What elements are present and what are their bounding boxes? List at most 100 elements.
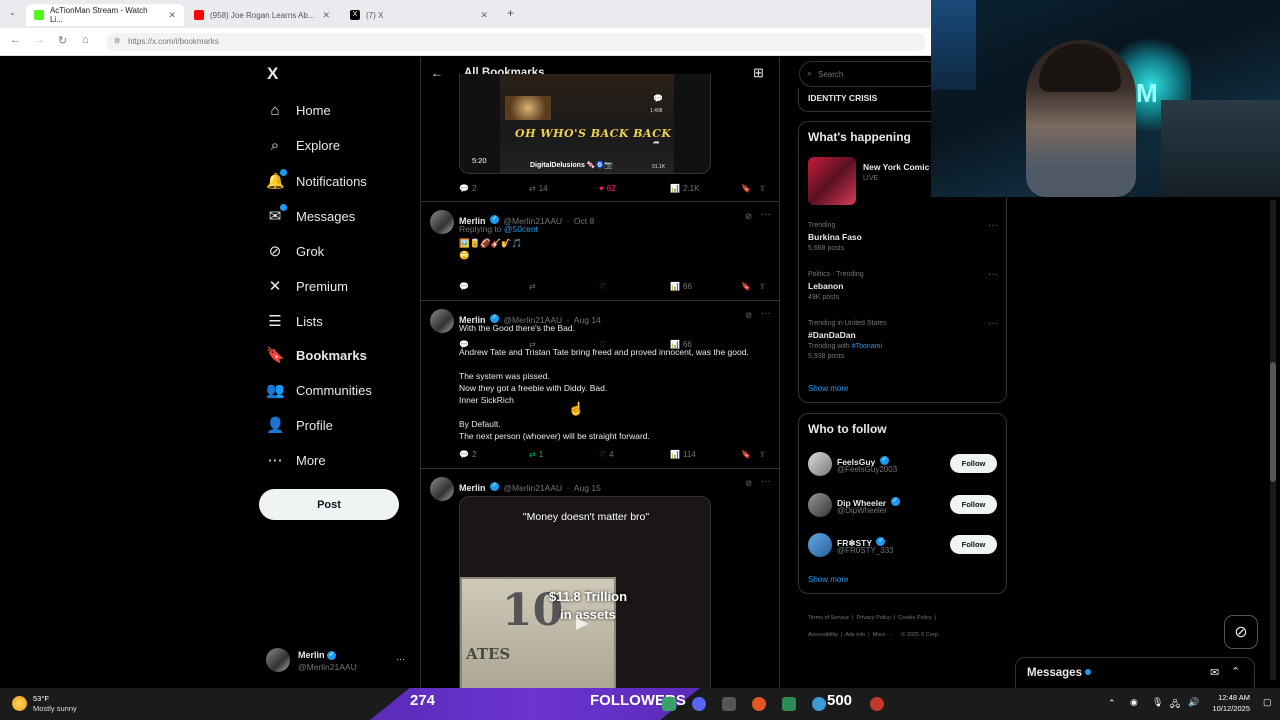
bookmarked-icon[interactable]: 🔖 (741, 184, 751, 193)
event-image[interactable] (808, 157, 856, 205)
messages-drawer[interactable]: Messages ✉ ⌃ (1015, 657, 1255, 688)
share-icon[interactable]: ⇪ (759, 184, 766, 193)
network-icon[interactable]: 🖧 (1170, 697, 1180, 713)
like-button[interactable]: ♡ 4 (599, 450, 614, 459)
back-icon[interactable]: ← (10, 34, 21, 46)
account-switcher[interactable]: Merlin ✓ @Merlin21AAU ··· (266, 648, 410, 676)
close-tab-icon[interactable]: ✕ (168, 10, 176, 21)
home-icon[interactable]: ⌂ (82, 34, 89, 46)
account-more-icon[interactable]: ··· (396, 654, 405, 664)
trend-more-icon[interactable]: ··· (988, 318, 998, 329)
browser-tab-x[interactable]: X (7) X ✕ (342, 4, 496, 26)
views-button[interactable]: 📊 66 (670, 282, 692, 291)
footer-link[interactable]: Accessibility (808, 632, 838, 638)
scrollbar-track[interactable] (1270, 200, 1276, 680)
url-field[interactable]: ⚙ https://x.com/i/bookmarks (106, 33, 926, 51)
reload-icon[interactable]: ↻ (58, 34, 67, 47)
tweet-author-handle[interactable]: @Merlin21AAU (503, 483, 562, 493)
clock-time[interactable]: 12:48 AM (1208, 693, 1250, 702)
identity-crisis-label[interactable]: IDENTITY CRISIS (808, 93, 877, 103)
browser-tab-kick[interactable]: AcTionMan Stream - Watch Li... ✕ (26, 4, 184, 26)
post-button[interactable]: Post (259, 489, 399, 520)
clock-date[interactable]: 10/12/2025 (1208, 704, 1250, 713)
expand-icon[interactable]: ⌃ (1231, 665, 1240, 678)
follow-button[interactable]: Follow (950, 454, 997, 473)
follow-suggestion[interactable]: Dip Wheeler ✓ @DipWheeler Follow (808, 493, 998, 519)
follow-suggestion[interactable]: FR❄STY ✓ @FR0STY_333 Follow (808, 533, 998, 559)
app-icon[interactable] (812, 697, 826, 711)
sidebar-item-explore[interactable]: ⌕ Explore (266, 137, 340, 154)
reply-button[interactable]: 💬 (459, 282, 469, 291)
tray-chevron-icon[interactable]: ⌃ (1108, 698, 1116, 709)
sidebar-item-messages[interactable]: ✉ Messages (266, 204, 355, 225)
volume-icon[interactable]: 🔊 (1188, 697, 1199, 708)
tweet-more-icon[interactable]: ··· (761, 209, 771, 220)
tweet-video[interactable]: "Money doesn't matter bro" 10 ATES $11.8… (459, 496, 711, 688)
sidebar-item-bookmarks[interactable]: 🔖 Bookmarks (266, 346, 367, 364)
tweet-time[interactable]: Oct 8 (574, 216, 594, 226)
views-button[interactable]: 📊 114 (670, 450, 696, 459)
sidebar-item-profile[interactable]: 👤 Profile (266, 416, 333, 434)
tweet-author-name[interactable]: Merlin (459, 483, 486, 493)
grok-icon[interactable]: ⊘ (745, 310, 752, 321)
browser-tab-youtube[interactable]: (958) Joe Rogan Learns Ab... ✕ (186, 4, 338, 26)
tweet-more-icon[interactable]: ··· (761, 476, 771, 487)
bookmark-folder-add-icon[interactable]: ⊞ (753, 65, 764, 81)
like-button[interactable]: ♥ 62 (599, 184, 616, 193)
share-icon[interactable]: ⇪ (759, 450, 766, 459)
trending-with-link[interactable]: #Toonami (852, 343, 882, 350)
search-input[interactable]: ⌕ Search (799, 61, 939, 87)
share-icon[interactable]: ⇪ (759, 282, 766, 291)
site-settings-icon[interactable]: ⚙ (114, 37, 120, 45)
sidebar-item-lists[interactable]: ☰ Lists (266, 312, 322, 330)
discord-icon[interactable] (692, 697, 706, 711)
sidebar-item-grok[interactable]: ⊘ Grok (266, 242, 324, 260)
follow-button[interactable]: Follow (950, 495, 997, 514)
footer-link[interactable]: More ··· (873, 632, 893, 638)
trend-item[interactable]: Trending in United States #DanDaDan Tren… (808, 318, 998, 360)
trend-item[interactable]: Trending Burkina Faso 5,668 posts ··· (808, 220, 998, 252)
app-icon[interactable] (722, 697, 736, 711)
app-icon[interactable] (782, 697, 796, 711)
x-logo-icon[interactable]: X (267, 64, 278, 84)
repost-button[interactable]: ⇄ (529, 282, 536, 291)
trend-item[interactable]: Politics · Trending Lebanon 49K posts ··… (808, 269, 998, 301)
grok-floating-button[interactable]: ⊘ (1224, 615, 1258, 649)
bookmarked-icon[interactable]: 🔖 (741, 450, 751, 459)
tweet[interactable]: Merlin ✓ @Merlin21AAU · Aug 15 ⊘ ··· "Mo… (421, 469, 779, 688)
views-button[interactable]: 📊 2.1K (670, 184, 699, 193)
footer-link[interactable]: Cookie Policy (898, 615, 931, 621)
avatar[interactable] (430, 210, 454, 234)
avatar[interactable] (808, 493, 832, 517)
event-name[interactable]: New York Comic (863, 162, 929, 172)
footer-link[interactable]: Ads info (845, 632, 865, 638)
footer-link[interactable]: Privacy Policy (857, 615, 891, 621)
grok-icon[interactable]: ⊘ (745, 211, 752, 222)
sidebar-item-notifications[interactable]: 🔔 Notifications (266, 169, 367, 190)
trend-more-icon[interactable]: ··· (988, 269, 998, 280)
sidebar-item-premium[interactable]: ✕ Premium (266, 277, 348, 295)
footer-link[interactable]: Terms of Service (808, 615, 849, 621)
tweet-more-icon[interactable]: ··· (761, 308, 771, 319)
repost-button[interactable]: ⇄ 1 (529, 450, 543, 459)
reply-button[interactable]: 💬 2 (459, 450, 476, 459)
new-tab-button[interactable]: + (507, 6, 514, 20)
close-tab-icon[interactable]: ✕ (322, 10, 330, 21)
trend-more-icon[interactable]: ··· (988, 220, 998, 231)
avatar[interactable] (430, 477, 454, 501)
like-button[interactable]: ♡ (599, 282, 606, 291)
app-icon[interactable] (870, 697, 884, 711)
sidebar-item-communities[interactable]: 👥 Communities (266, 381, 372, 399)
follow-button[interactable]: Follow (950, 535, 997, 554)
replying-to-link[interactable]: @50cent (504, 224, 538, 234)
weather-desc[interactable]: Mostly sunny (33, 704, 77, 713)
back-arrow-icon[interactable]: ← (431, 66, 443, 80)
repost-button[interactable]: ⇄ 14 (529, 184, 548, 193)
sidebar-item-home[interactable]: ⌂ Home (266, 102, 330, 119)
reply-button[interactable]: 💬 2 (459, 184, 476, 193)
notification-icon[interactable]: ▢ (1263, 697, 1272, 708)
tweet-video[interactable]: OH WHO'S BACK BACK 5:20 DigitalDelusions… (459, 74, 711, 174)
tweet-time[interactable]: Aug 15 (574, 483, 601, 493)
show-more-link[interactable]: Show more (808, 384, 848, 393)
bookmarked-icon[interactable]: 🔖 (741, 282, 751, 291)
